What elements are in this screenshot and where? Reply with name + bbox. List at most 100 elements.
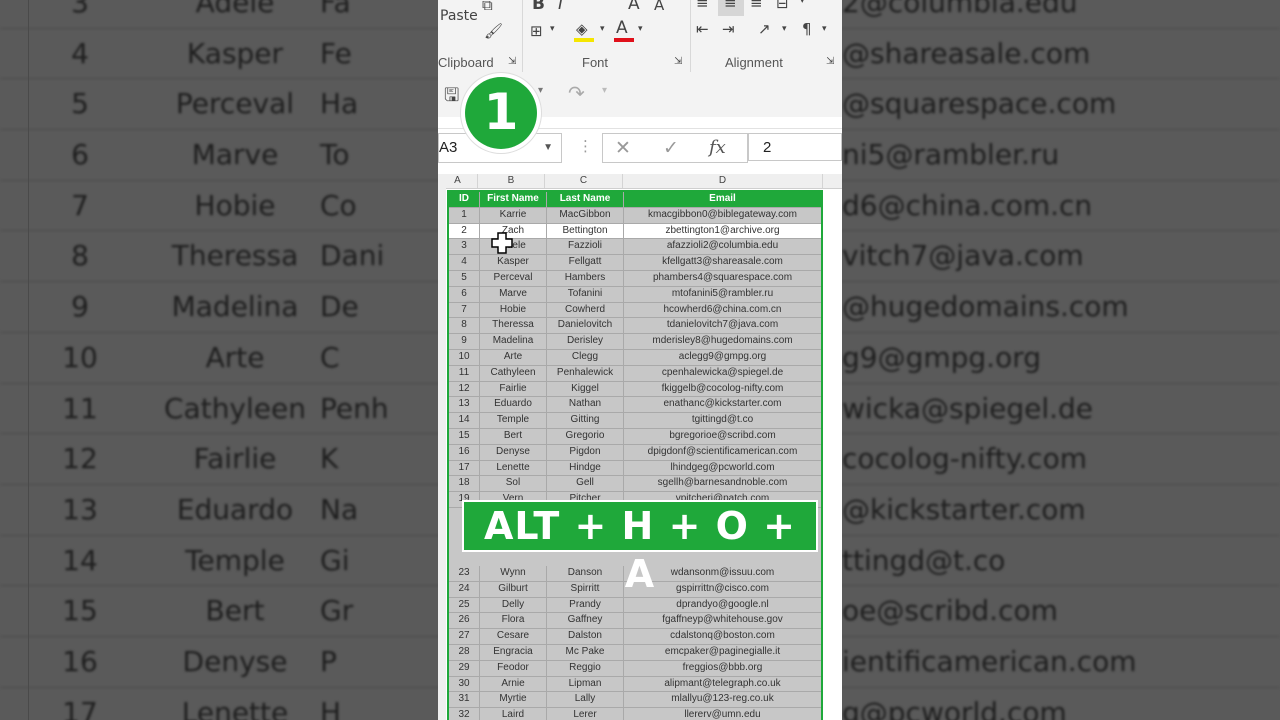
cell-email[interactable]: bgregorioe@scribd.com bbox=[624, 429, 821, 444]
cell-last-name[interactable]: Lipman bbox=[547, 676, 624, 692]
cell-email[interactable]: aclegg9@gmpg.org bbox=[624, 350, 821, 365]
orientation-icon[interactable]: ↗ bbox=[758, 20, 771, 38]
cell-id[interactable]: 16 bbox=[449, 444, 480, 460]
cell-last-name[interactable]: Prandy bbox=[547, 597, 624, 613]
cell-last-name[interactable]: MacGibbon bbox=[547, 207, 624, 223]
redo-dropdown-icon[interactable]: ▾ bbox=[602, 85, 607, 96]
decrease-font-icon[interactable]: A bbox=[654, 0, 664, 14]
cell-id[interactable]: 2 bbox=[449, 223, 480, 239]
font-color-dropdown-icon[interactable]: ▾ bbox=[638, 24, 643, 34]
formula-input[interactable]: 2 bbox=[748, 133, 842, 161]
cell-id[interactable]: 24 bbox=[449, 581, 480, 597]
column-header-a[interactable]: A bbox=[438, 174, 478, 188]
clipboard-launcher-icon[interactable]: ⇲ bbox=[508, 56, 516, 67]
cell-id[interactable]: 7 bbox=[449, 302, 480, 318]
table-row[interactable]: 5 Perceval Hambers phambers4@squarespace.co… bbox=[449, 270, 821, 287]
cell-first-name[interactable]: Sol bbox=[480, 476, 547, 492]
borders-dropdown-icon[interactable]: ▾ bbox=[550, 24, 555, 34]
cell-last-name[interactable]: Cowherd bbox=[547, 302, 624, 318]
cell-last-name[interactable]: Dalston bbox=[547, 629, 624, 644]
cell-id[interactable]: 4 bbox=[449, 255, 480, 270]
table-row[interactable]: 26 Flora Gaffney fgaffneyp@whitehouse.gov bbox=[449, 613, 821, 630]
cancel-icon[interactable]: ✕ bbox=[615, 137, 631, 159]
cell-id[interactable]: 14 bbox=[449, 413, 480, 428]
cell-last-name[interactable]: Hambers bbox=[547, 270, 624, 286]
cell-id[interactable]: 25 bbox=[449, 597, 480, 613]
cell-email[interactable]: mtofanini5@rambler.ru bbox=[624, 287, 821, 302]
cell-first-name[interactable]: Wynn bbox=[480, 565, 547, 581]
cell-email[interactable]: phambers4@squarespace.com bbox=[624, 271, 821, 286]
more-options-icon[interactable]: ⋮ bbox=[578, 137, 593, 155]
table-row[interactable]: 14 Temple Gitting tgittingd@t.co bbox=[449, 413, 821, 429]
cell-id[interactable]: 17 bbox=[449, 460, 480, 476]
cell-first-name[interactable]: Myrtie bbox=[480, 692, 547, 708]
cell-last-name[interactable]: Gaffney bbox=[547, 613, 624, 629]
merge-icon[interactable]: ⊟ bbox=[776, 0, 789, 12]
cell-email[interactable]: alipmant@telegraph.co.uk bbox=[624, 677, 821, 692]
cell-first-name[interactable]: Delly bbox=[480, 597, 547, 613]
cell-last-name[interactable]: Lerer bbox=[547, 708, 624, 720]
cell-id[interactable]: 13 bbox=[449, 397, 480, 413]
cell-id[interactable]: 18 bbox=[449, 476, 480, 492]
cell-last-name[interactable]: Bettington bbox=[547, 223, 624, 239]
cell-first-name[interactable]: Karrie bbox=[480, 207, 547, 223]
table-row[interactable]: 31 Myrtie Lally mlallyu@123-reg.co.uk bbox=[449, 692, 821, 709]
cell-id[interactable]: 28 bbox=[449, 644, 480, 660]
cell-email[interactable]: kmacgibbon0@biblegateway.com bbox=[624, 208, 821, 223]
format-painter-icon[interactable]: 🖌 bbox=[484, 22, 503, 40]
decrease-indent-icon[interactable]: ⇤ bbox=[696, 20, 709, 38]
cell-last-name[interactable]: Fellgatt bbox=[547, 255, 624, 270]
cell-last-name[interactable]: Gregorio bbox=[547, 428, 624, 444]
cell-email[interactable]: tdanielovitch7@java.com bbox=[624, 318, 821, 333]
cell-last-name[interactable]: Penhalewick bbox=[547, 365, 624, 381]
table-row[interactable]: 1 Karrie MacGibbon kmacgibbon0@biblegateway… bbox=[449, 207, 821, 224]
cell-id[interactable]: 6 bbox=[449, 286, 480, 302]
header-first-name[interactable]: First Name bbox=[480, 192, 547, 207]
borders-icon[interactable]: ⊞ bbox=[530, 22, 543, 40]
cell-email[interactable]: cdalstonq@boston.com bbox=[624, 629, 821, 644]
cell-first-name[interactable]: Flora bbox=[480, 613, 547, 629]
fill-dropdown-icon[interactable]: ▾ bbox=[600, 24, 605, 34]
font-launcher-icon[interactable]: ⇲ bbox=[674, 56, 682, 67]
cell-id[interactable]: 26 bbox=[449, 613, 480, 629]
cell-last-name[interactable]: Fazzioli bbox=[547, 239, 624, 255]
cell-id[interactable]: 23 bbox=[449, 565, 480, 581]
table-row[interactable]: 30 Arnie Lipman alipmant@telegraph.co.uk bbox=[449, 676, 821, 693]
cell-email[interactable]: freggios@bbb.org bbox=[624, 661, 821, 676]
cell-email[interactable]: zbettington1@archive.org bbox=[624, 224, 821, 239]
cell-email[interactable]: mderisley8@hugedomains.com bbox=[624, 334, 821, 349]
increase-font-icon[interactable]: A bbox=[628, 0, 640, 14]
empty-column[interactable] bbox=[823, 190, 842, 720]
table-row[interactable]: 17 Lenette Hindge lhindgeg@pcworld.com bbox=[449, 460, 821, 477]
cell-email[interactable]: lhindgeg@pcworld.com bbox=[624, 461, 821, 476]
cell-first-name[interactable]: Gilburt bbox=[480, 581, 547, 597]
table-row[interactable]: 13 Eduardo Nathan enathanc@kickstarter.com bbox=[449, 397, 821, 414]
cell-first-name[interactable]: Lenette bbox=[480, 460, 547, 476]
cell-email[interactable]: enathanc@kickstarter.com bbox=[624, 397, 821, 412]
cell-last-name[interactable]: Derisley bbox=[547, 334, 624, 349]
cell-id[interactable]: 8 bbox=[449, 318, 480, 334]
cell-first-name[interactable]: Cesare bbox=[480, 629, 547, 644]
cell-last-name[interactable]: Lally bbox=[547, 692, 624, 708]
cell-email[interactable]: afazzioli2@columbia.edu bbox=[624, 239, 821, 254]
cell-id[interactable]: 32 bbox=[449, 708, 480, 720]
cell-first-name[interactable]: Bert bbox=[480, 428, 547, 444]
table-row[interactable]: 27 Cesare Dalston cdalstonq@boston.com bbox=[449, 629, 821, 645]
table-row[interactable]: 4 Kasper Fellgatt kfellgatt3@shareasale.com bbox=[449, 255, 821, 271]
cell-first-name[interactable]: Arte bbox=[480, 349, 547, 365]
table-row[interactable]: 7 Hobie Cowherd hcowherd6@china.com.cn bbox=[449, 302, 821, 319]
cell-email[interactable]: sgellh@barnesandnoble.com bbox=[624, 476, 821, 491]
paste-label[interactable]: Paste bbox=[440, 8, 478, 24]
header-email[interactable]: Email bbox=[624, 192, 821, 207]
table-row[interactable]: 9 Madelina Derisley mderisley8@hugedomains.… bbox=[449, 334, 821, 350]
cell-email[interactable]: cpenhalewicka@spiegel.de bbox=[624, 366, 821, 381]
column-header-b[interactable]: B bbox=[478, 174, 545, 188]
bold-icon[interactable]: B bbox=[532, 0, 545, 14]
cell-id[interactable]: 27 bbox=[449, 629, 480, 644]
align-left-icon[interactable]: ≡ bbox=[696, 0, 709, 12]
cell-first-name[interactable]: Denyse bbox=[480, 444, 547, 460]
cell-email[interactable]: dpigdonf@scientificamerican.com bbox=[624, 445, 821, 460]
cell-id[interactable]: 1 bbox=[449, 207, 480, 223]
cell-first-name[interactable]: Fairlie bbox=[480, 381, 547, 397]
cell-last-name[interactable]: Gitting bbox=[547, 413, 624, 428]
